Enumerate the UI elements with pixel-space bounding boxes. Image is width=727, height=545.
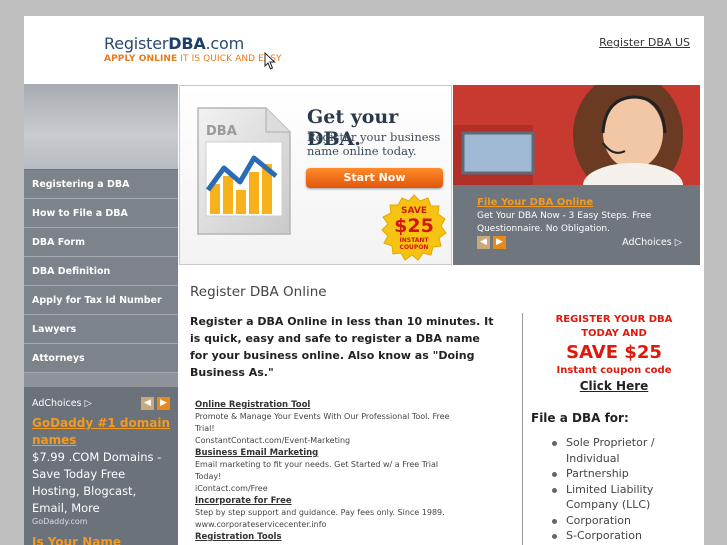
site-header: RegisterDBA.com APPLY ONLINE IT IS QUICK… xyxy=(24,16,704,84)
business-type-list: Sole Proprietor / Individual Partnership… xyxy=(552,435,704,544)
link-url[interactable]: www.corporateservicecenter.info xyxy=(195,519,457,531)
page: RegisterDBA.com APPLY ONLINE IT IS QUICK… xyxy=(24,16,704,545)
link-title[interactable]: Online Registration Tool xyxy=(195,399,457,411)
sidebar-ad-text: $7.99 .COM Domains - Save Today Free Hos… xyxy=(32,450,162,515)
logo-prefix: Register xyxy=(104,34,169,53)
sidebar-item-tax-id[interactable]: Apply for Tax Id Number xyxy=(24,286,178,315)
promo-line-1: REGISTER YOUR DBA xyxy=(555,314,673,325)
sidebar-item-dba-form[interactable]: DBA Form xyxy=(24,228,178,257)
badge-coupon: COUPON xyxy=(399,244,429,251)
adchoices-play-icon: ▷ xyxy=(84,397,92,409)
page-title: Register DBA Online xyxy=(190,284,327,300)
adchoices-play-icon: ▷ xyxy=(674,237,682,248)
file-dba-ad[interactable]: File Your DBA Online Get Your DBA Now - … xyxy=(453,85,700,265)
logo-suffix: .com xyxy=(205,34,245,53)
file-for-heading: File a DBA for: xyxy=(531,411,629,425)
column-divider xyxy=(522,313,523,545)
list-item: Registration Tools xyxy=(195,531,457,543)
promo-column: REGISTER YOUR DBA TODAY AND SAVE $25 Ins… xyxy=(524,313,704,544)
sidebar-ad-url[interactable]: GoDaddy.com xyxy=(32,517,170,526)
sidebar-item-how-to-file[interactable]: How to File a DBA xyxy=(24,199,178,228)
sidebar-adchoices-row: AdChoices ▷ ◀ ▶ xyxy=(32,395,170,411)
text-ad-links: Online Registration Tool Promote & Manag… xyxy=(195,399,457,543)
mouse-cursor-icon xyxy=(264,51,276,74)
link-desc: Promote & Manage Your Events With Our Pr… xyxy=(195,412,450,433)
banner-subtitle: Register your business name online today… xyxy=(307,130,441,158)
sidebar-ad-title[interactable]: GoDaddy #1 domain names xyxy=(32,415,170,449)
link-title[interactable]: Business Email Marketing xyxy=(195,447,457,459)
dba-document-icon: DBA xyxy=(194,106,294,242)
list-item: Corporation xyxy=(552,513,682,529)
start-now-button[interactable]: Start Now xyxy=(306,168,443,188)
link-desc: Step by step support and guidance. Pay f… xyxy=(195,508,445,517)
site-logo[interactable]: RegisterDBA.com APPLY ONLINE IT IS QUICK… xyxy=(104,34,282,64)
link-url[interactable]: ConstantContact.com/Event-Marketing xyxy=(195,435,457,447)
lead-paragraph: Register a DBA Online in less than 10 mi… xyxy=(190,315,494,379)
list-item: Limited Liability Company (LLC) xyxy=(552,482,682,513)
logo-tagline: APPLY ONLINE IT IS QUICK AND EASY xyxy=(104,54,282,64)
ad-title[interactable]: File Your DBA Online xyxy=(477,197,593,208)
sidebar-item-lawyers[interactable]: Lawyers xyxy=(24,315,178,344)
adchoices-label: AdChoices xyxy=(32,397,82,409)
click-here-link[interactable]: Click Here xyxy=(524,378,704,394)
adchoices-label: AdChoices xyxy=(622,237,672,248)
ad-photo xyxy=(453,85,700,207)
sidebar-item-registering-a-dba[interactable]: Registering a DBA xyxy=(24,170,178,199)
sidebar-ad-title-2[interactable]: Is Your Name Available? xyxy=(32,534,170,545)
list-item: S-Corporation xyxy=(552,528,682,544)
tagline-bold: APPLY ONLINE xyxy=(104,54,178,64)
link-url[interactable]: iContact.com/Free xyxy=(195,483,457,495)
logo-bold: DBA xyxy=(168,34,206,53)
ad-adchoices[interactable]: AdChoices ▷ xyxy=(622,237,682,248)
ad-next-button[interactable]: ▶ xyxy=(493,236,506,249)
list-item: Sole Proprietor / Individual xyxy=(552,435,682,466)
promo-save: SAVE $25 xyxy=(566,342,662,363)
doc-label: DBA xyxy=(206,124,237,139)
ad-prev-button[interactable]: ◀ xyxy=(477,236,490,249)
get-your-dba-banner[interactable]: DBA Get your DBA. Register your business… xyxy=(179,85,452,265)
list-item: Business Email Marketing Email marketing… xyxy=(195,447,457,495)
list-item: Online Registration Tool Promote & Manag… xyxy=(195,399,457,447)
link-title[interactable]: Registration Tools xyxy=(195,531,457,543)
ad-text: Get Your DBA Now - 3 Easy Steps. Free Qu… xyxy=(477,211,652,234)
ad-arrows: ◀ ▶ xyxy=(477,236,506,249)
promo-line-2: TODAY AND xyxy=(581,328,647,339)
ad-prev-button[interactable]: ◀ xyxy=(141,396,154,410)
sidebar-adchoices[interactable]: AdChoices ▷ xyxy=(32,398,92,409)
sidebar-ads: AdChoices ▷ ◀ ▶ GoDaddy #1 domain names … xyxy=(24,387,178,545)
link-desc: Email marketing to fit your needs. Get S… xyxy=(195,460,439,481)
badge-instant: INSTANT xyxy=(399,237,429,244)
sidebar-item-dba-definition[interactable]: DBA Definition xyxy=(24,257,178,286)
ad-next-button[interactable]: ▶ xyxy=(157,396,170,410)
list-item: Incorporate for Free Step by step suppor… xyxy=(195,495,457,531)
register-dba-us-link[interactable]: Register DBA US xyxy=(599,36,690,49)
sidebar-ad-arrows: ◀ ▶ xyxy=(141,396,170,410)
save-25-badge: SAVE $25 INSTANT COUPON xyxy=(380,194,448,264)
list-item: Partnership xyxy=(552,466,682,482)
link-title[interactable]: Incorporate for Free xyxy=(195,495,457,507)
sidebar: Registering a DBA How to File a DBA DBA … xyxy=(24,84,178,545)
sidebar-banner xyxy=(24,84,178,170)
sidebar-item-attorneys[interactable]: Attorneys xyxy=(24,344,178,373)
logo-text: RegisterDBA.com xyxy=(104,34,282,53)
promo-coupon: Instant coupon code xyxy=(556,365,672,376)
badge-amount: $25 xyxy=(394,215,434,237)
